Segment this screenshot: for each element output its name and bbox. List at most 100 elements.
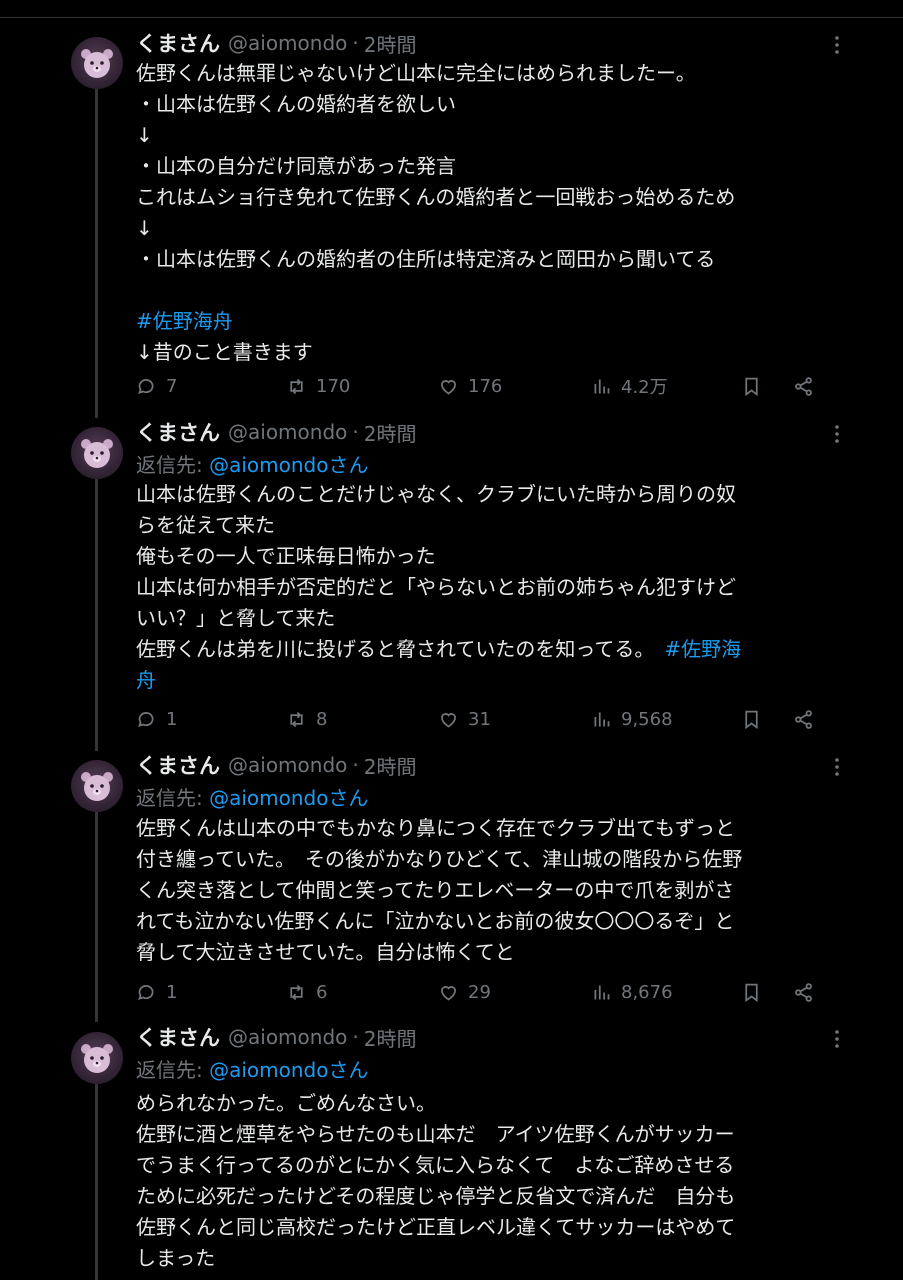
bear-avatar-icon xyxy=(81,49,113,78)
user-handle[interactable]: @aiomondo xyxy=(228,420,347,444)
reply-icon xyxy=(138,711,154,727)
like-count: 31 xyxy=(468,708,491,730)
view-count: 8,676 xyxy=(621,981,673,1003)
action-bar: 1 8 31 9,568 xyxy=(136,705,826,733)
text-line: 山本は何か相手が否定的だと「やらないとお前の姉ちゃん犯すけど xyxy=(136,575,736,599)
tweet-header: くまさん @aiomondo · 2時間 xyxy=(136,417,416,447)
timestamp[interactable]: 2時間 xyxy=(364,751,417,780)
text-line: 山本は佐野くんのことだけじゃなく、クラブにいた時から周りの奴 xyxy=(136,482,736,506)
text-line: ために必死だったけどその程度じゃ停学と反省文で済んだ 自分も xyxy=(136,1184,736,1208)
views-button[interactable]: 9,568 xyxy=(591,705,673,733)
replying-to: 返信先: @aiomondoさん xyxy=(136,1054,368,1083)
analytics-icon xyxy=(594,712,610,726)
share-button[interactable] xyxy=(793,372,814,400)
like-button[interactable]: 31 xyxy=(438,705,491,733)
text-line: 佐野くんは山本の中でもかなり鼻につく存在でクラブ出てもずっと xyxy=(136,816,735,840)
timestamp[interactable]: 2時間 xyxy=(364,1023,417,1052)
reply-icon xyxy=(138,378,154,394)
timestamp[interactable]: 2時間 xyxy=(364,29,417,58)
mention-link[interactable]: @aiomondoさん xyxy=(209,786,368,810)
retweet-icon xyxy=(290,378,303,394)
views-button[interactable]: 8,676 xyxy=(591,978,673,1006)
display-name[interactable]: くまさん xyxy=(136,750,220,780)
text-line: 佐野くんと同じ高校だったけど正直レベル違くてサッカーはやめて xyxy=(136,1215,736,1239)
reply-button[interactable]: 7 xyxy=(136,372,177,400)
mention-link[interactable]: @aiomondoさん xyxy=(209,453,368,477)
text-line: められなかった。ごめんなさい。 xyxy=(136,1091,436,1115)
tweet-text: められなかった。ごめんなさい。 佐野に酒と煙草をやらせたのも山本だ アイツ佐野く… xyxy=(136,1088,836,1274)
replying-to: 返信先: @aiomondoさん xyxy=(136,782,368,811)
separator-dot: · xyxy=(352,420,359,444)
text-line: れても泣かない佐野くんに「泣かないとお前の彼女〇〇〇るぞ」と xyxy=(136,909,735,933)
bear-avatar-icon xyxy=(81,1044,113,1073)
text-line: らを従えて来た xyxy=(136,513,275,537)
analytics-icon xyxy=(594,985,610,999)
timestamp[interactable]: 2時間 xyxy=(364,418,417,447)
more-options-icon[interactable] xyxy=(826,34,848,56)
text-line: 佐野に酒と煙草をやらせたのも山本だ アイツ佐野くんがサッカー xyxy=(136,1122,735,1146)
share-button[interactable] xyxy=(793,705,814,733)
share-icon xyxy=(795,982,812,1002)
bookmark-icon xyxy=(745,983,758,1002)
retweet-button[interactable]: 6 xyxy=(286,978,327,1006)
action-bar: 1 6 29 8,676 xyxy=(136,978,826,1006)
view-count: 4.2万 xyxy=(621,377,668,398)
reply-count: 1 xyxy=(166,981,178,1003)
user-handle[interactable]: @aiomondo xyxy=(228,1025,347,1049)
more-options-icon[interactable] xyxy=(826,756,848,778)
text-line: 俺もその一人で正味毎日怖かった xyxy=(136,544,436,568)
text-line[interactable]: 舟 xyxy=(136,665,836,696)
bookmark-button[interactable] xyxy=(741,705,762,733)
avatar[interactable] xyxy=(71,1032,123,1084)
retweet-button[interactable]: 170 xyxy=(286,372,350,400)
bear-avatar-icon xyxy=(81,439,113,468)
top-divider xyxy=(0,0,903,18)
more-options-icon[interactable] xyxy=(826,1028,848,1050)
display-name[interactable]: くまさん xyxy=(136,28,220,58)
reply-button[interactable]: 1 xyxy=(136,705,177,733)
avatar[interactable] xyxy=(71,427,123,479)
thread-line xyxy=(95,811,98,1022)
hashtag-link[interactable]: #佐野海 xyxy=(664,637,741,661)
text-line: ・山本は佐野くんの婚約者を欲しい xyxy=(136,92,456,116)
like-button[interactable]: 176 xyxy=(438,372,502,400)
bear-avatar-icon xyxy=(81,772,113,801)
share-button[interactable] xyxy=(793,978,814,1006)
views-button[interactable]: 4.2万 xyxy=(591,372,668,400)
text-line: ↓ xyxy=(136,216,153,240)
avatar[interactable] xyxy=(71,760,123,812)
more-options-icon[interactable] xyxy=(826,423,848,445)
thread-line xyxy=(95,478,98,751)
heart-icon xyxy=(441,379,456,395)
display-name[interactable]: くまさん xyxy=(136,417,220,447)
replying-to-label: 返信先: xyxy=(136,1058,210,1082)
like-button[interactable]: 29 xyxy=(438,978,491,1006)
text-line: これはムショ行き免れて佐野くんの婚約者と一回戦おっ始めるため xyxy=(136,185,736,209)
retweet-button[interactable]: 8 xyxy=(286,705,327,733)
like-count: 29 xyxy=(468,981,491,1003)
user-handle[interactable]: @aiomondo xyxy=(228,31,347,55)
reply-button[interactable]: 1 xyxy=(136,978,177,1006)
text-line: くん突き落として仲間と笑ってたりエレベーターの中で爪を剥がさ xyxy=(136,878,735,902)
bookmark-icon xyxy=(745,710,758,729)
hashtag-link[interactable]: #佐野海舟 xyxy=(136,306,836,337)
share-icon xyxy=(795,376,812,396)
user-handle[interactable]: @aiomondo xyxy=(228,753,347,777)
tweet-text: 山本は佐野くんのことだけじゃなく、クラブにいた時から周りの奴 らを従えて来た 俺… xyxy=(136,479,836,696)
retweet-count: 6 xyxy=(316,981,328,1003)
heart-icon xyxy=(441,712,456,728)
action-bar: 7 170 176 4.2万 xyxy=(136,372,826,400)
tweet-text: 佐野くんは無罪じゃないけど山本に完全にはめられましたー。 ・山本は佐野くんの婚約… xyxy=(136,58,836,368)
text-line: ・山本は佐野くんの婚約者の住所は特定済みと岡田から聞いてる xyxy=(136,247,716,271)
tweet-header: くまさん @aiomondo · 2時間 xyxy=(136,750,416,780)
bookmark-button[interactable] xyxy=(741,372,762,400)
mention-link[interactable]: @aiomondoさん xyxy=(209,1058,368,1082)
display-name[interactable]: くまさん xyxy=(136,1022,220,1052)
bookmark-button[interactable] xyxy=(741,978,762,1006)
view-count: 9,568 xyxy=(621,708,673,730)
text-line: でうまく行ってるのがとにかく気に入らなくて よなご辞めさせる xyxy=(136,1153,735,1177)
retweet-icon xyxy=(290,711,303,727)
replying-to-label: 返信先: xyxy=(136,453,210,477)
reply-icon xyxy=(138,984,154,1000)
avatar[interactable] xyxy=(71,37,123,89)
